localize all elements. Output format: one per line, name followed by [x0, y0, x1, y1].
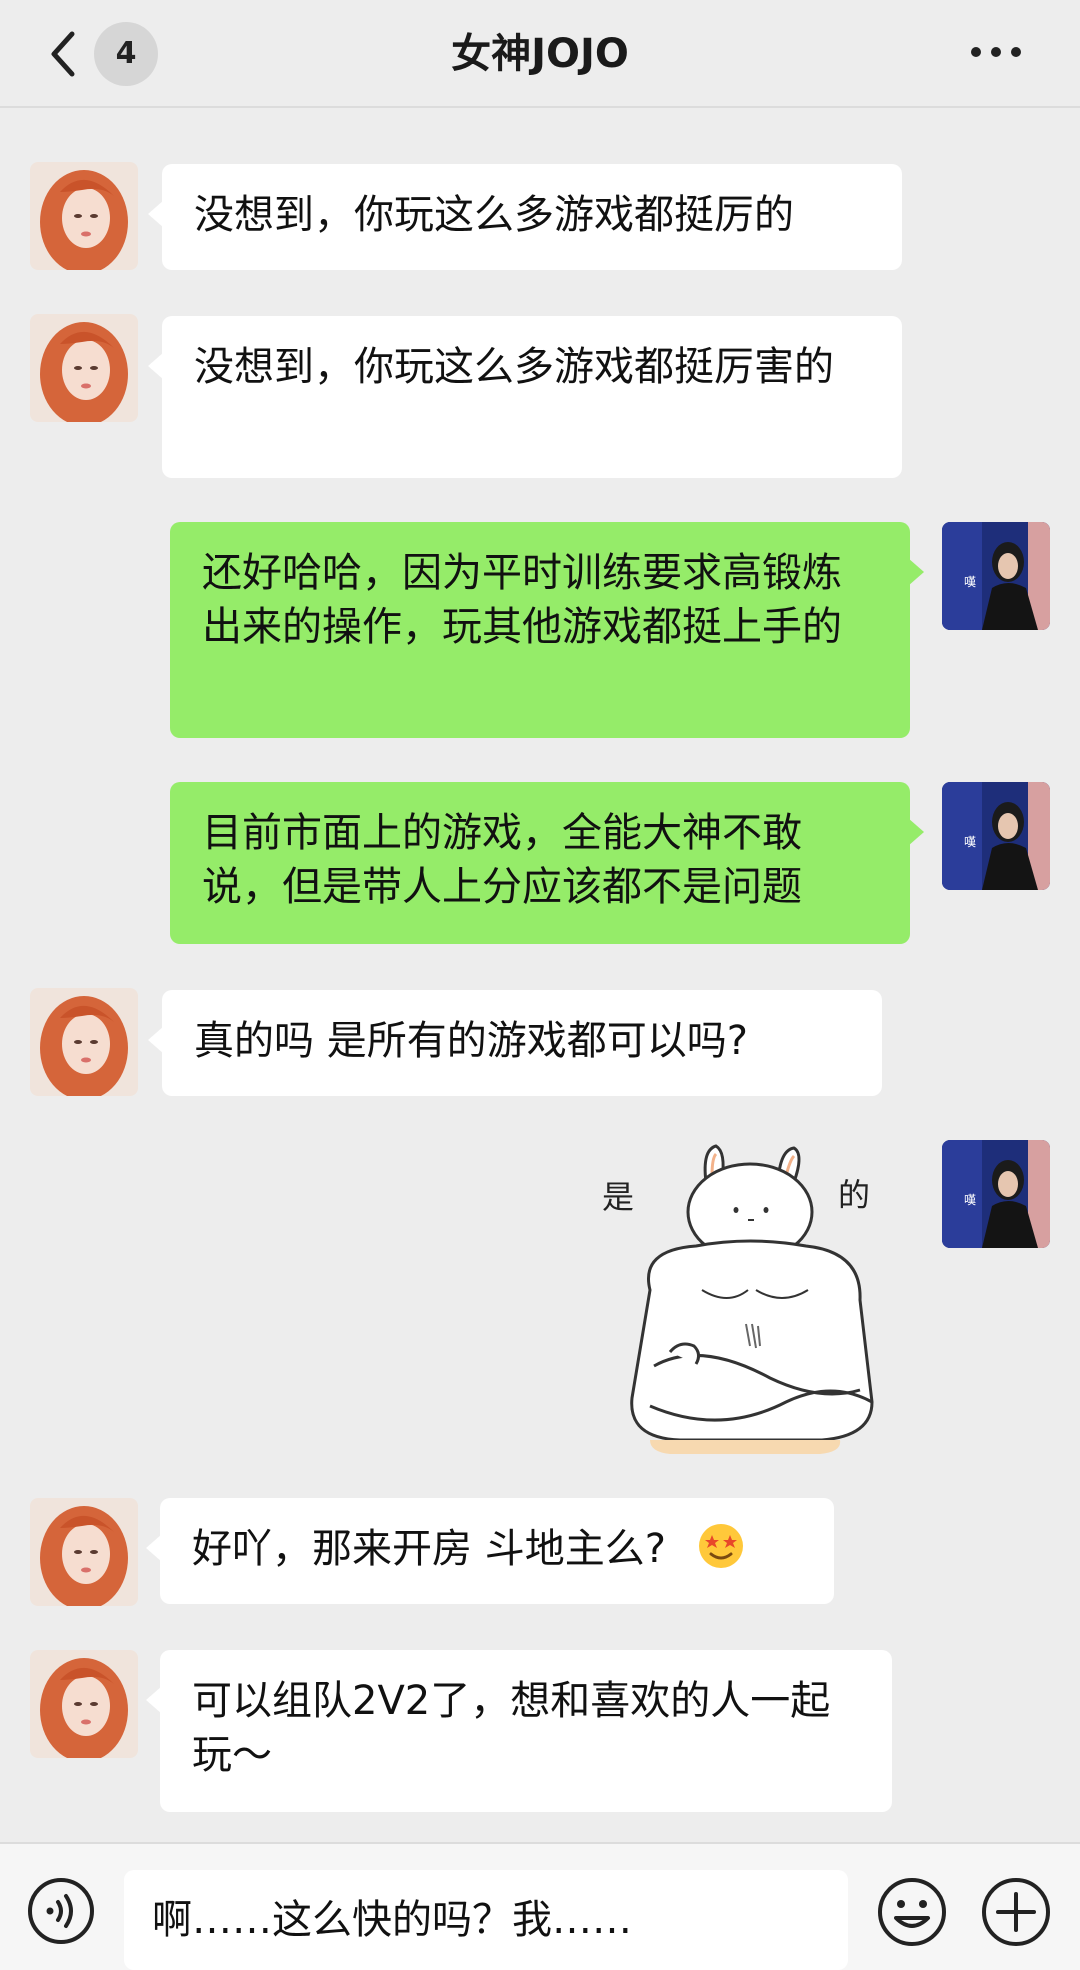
contact-avatar[interactable]: [30, 1498, 138, 1606]
message-bubble[interactable]: 没想到，你玩这么多游戏都挺厉的: [148, 164, 902, 270]
my-avatar-image: 嘆: [942, 522, 1050, 630]
my-avatar[interactable]: 嘆: [942, 782, 1050, 890]
more-button[interactable]: [968, 40, 1024, 64]
message-bubble[interactable]: 还好哈哈，因为平时训练要求高锻炼出来的操作，玩其他游戏都挺上手的: [170, 522, 924, 738]
sticker-caption-right: 的: [838, 1176, 871, 1214]
emoji-button[interactable]: [876, 1876, 948, 1948]
my-avatar-image: 嘆: [942, 782, 1050, 890]
my-avatar-image: 嘆: [942, 1140, 1050, 1248]
chat-title: 女神JOJO: [451, 31, 629, 77]
svg-text:嘆: 嘆: [964, 1193, 976, 1207]
voice-button[interactable]: [26, 1876, 96, 1946]
chat-screen: 4 女神JOJO 没想到，你玩这么多游戏都挺厉的 没想到，你玩这么多游戏都挺厉害…: [0, 0, 1080, 1970]
contact-avatar[interactable]: [30, 1650, 138, 1758]
contact-avatar-image: [30, 1650, 138, 1758]
message-input[interactable]: 啊……这么快的吗？我……: [124, 1870, 848, 1970]
message-bubble[interactable]: 目前市面上的游戏，全能大神不敢说，但是带人上分应该都不是问题: [170, 782, 924, 944]
sticker-caption-left: 是: [602, 1178, 635, 1216]
contact-avatar[interactable]: [30, 988, 138, 1096]
contact-avatar-image: [30, 988, 138, 1096]
my-avatar[interactable]: 嘆: [942, 1140, 1050, 1248]
message-bubble[interactable]: 没想到，你玩这么多游戏都挺厉害的: [148, 316, 902, 478]
plus-icon: [982, 1878, 1050, 1946]
message-text: 好吖，那来开房 斗地主么?: [192, 1526, 666, 1572]
more-functions-button[interactable]: [980, 1876, 1052, 1948]
svg-text:嘆: 嘆: [964, 835, 976, 849]
sticker-message[interactable]: 是 的: [602, 1140, 910, 1460]
contact-avatar[interactable]: [30, 314, 138, 422]
more-dots-icon: [971, 47, 1021, 57]
unread-badge[interactable]: 4: [94, 22, 158, 86]
back-button[interactable]: [44, 26, 84, 82]
input-bar: 啊……这么快的吗？我……: [0, 1842, 1080, 1970]
svg-text:嘆: 嘆: [964, 575, 976, 589]
my-avatar[interactable]: 嘆: [942, 522, 1050, 630]
contact-avatar-image: [30, 314, 138, 422]
star-struck-emoji-icon: [698, 1524, 743, 1568]
message-bubble[interactable]: 好吖，那来开房 斗地主么?: [146, 1498, 834, 1604]
contact-avatar[interactable]: [30, 162, 138, 270]
contact-avatar-image: [30, 1498, 138, 1606]
message-bubble[interactable]: 真的吗 是所有的游戏都可以吗?: [148, 990, 882, 1096]
contact-avatar-image: [30, 162, 138, 270]
message-bubble[interactable]: 可以组队2V2了，想和喜欢的人一起玩～: [146, 1650, 892, 1812]
chevron-left-icon: [51, 31, 75, 77]
voice-icon: [28, 1878, 94, 1944]
chat-header: 4 女神JOJO: [0, 0, 1080, 108]
smile-icon: [878, 1878, 946, 1946]
